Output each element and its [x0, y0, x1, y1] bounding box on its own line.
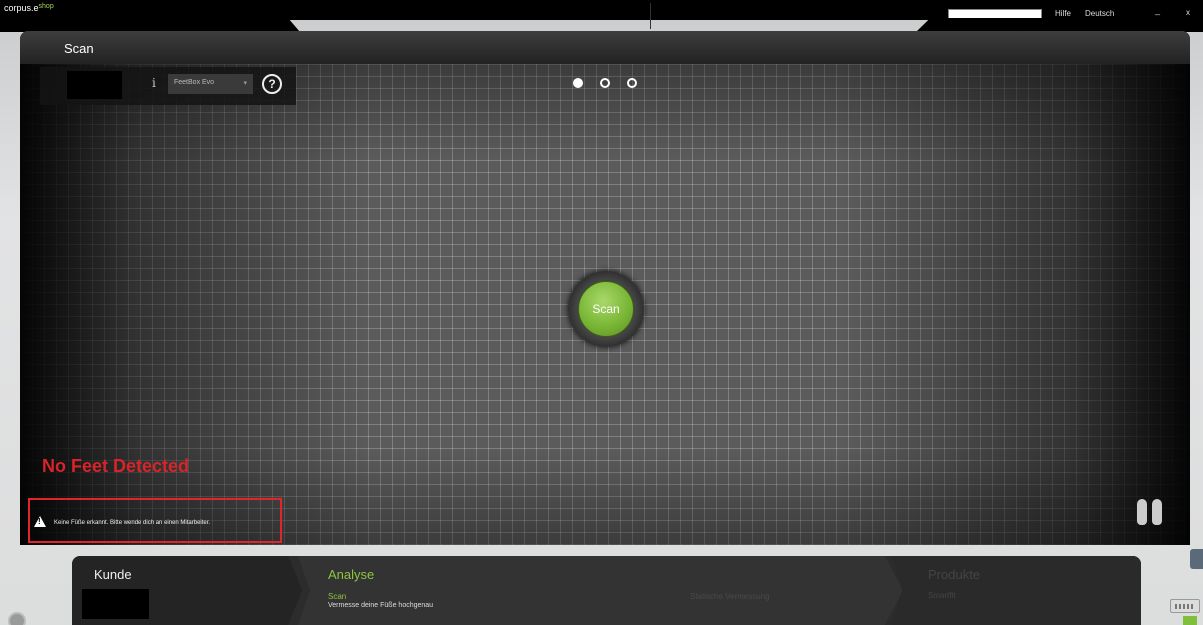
- wizard-step-analyse-title: Analyse: [328, 567, 375, 582]
- device-panel: i FeetBox Evo ▾ ?: [40, 67, 296, 105]
- status-indicator: [1183, 616, 1197, 625]
- device-select-value: FeetBox Evo: [174, 79, 215, 86]
- redacted-customer-box: [82, 589, 149, 619]
- app-logo: corpus.eshop: [4, 3, 54, 13]
- scan-button[interactable]: Scan: [578, 281, 634, 337]
- side-tab[interactable]: [1190, 549, 1203, 569]
- wizard-step-produkte[interactable]: Produkte Smartfit: [892, 556, 1141, 625]
- wizard-step-produkte-title: Produkte: [928, 567, 981, 582]
- globe-icon[interactable]: [8, 612, 26, 625]
- wizard-step-kunde-title: Kunde: [94, 567, 132, 582]
- keyboard-icon[interactable]: [1170, 599, 1200, 613]
- wizard-step-kunde[interactable]: Kunde: [72, 556, 302, 625]
- wizard-substep-scan[interactable]: Scan: [328, 592, 346, 601]
- help-link[interactable]: Hilfe: [1055, 9, 1071, 18]
- redacted-user-box: [67, 71, 122, 99]
- scan-window-header: Scan: [20, 31, 1190, 64]
- device-select[interactable]: FeetBox Evo ▾: [168, 74, 253, 94]
- top-bar: corpus.eshop Hilfe Deutsch _ x: [0, 0, 1203, 29]
- warning-icon: [34, 516, 46, 527]
- wizard-substep-smartfit[interactable]: Smartfit: [928, 591, 956, 600]
- page-title: Scan: [64, 41, 94, 56]
- info-icon[interactable]: i: [152, 76, 156, 90]
- wizard-substep-static[interactable]: Statische Vermessung: [690, 592, 770, 601]
- step-dot-2: [600, 78, 610, 88]
- step-dot-1: [573, 78, 583, 88]
- wizard-substep-scan-desc: Vermesse deine Füße hochgenau: [328, 602, 434, 609]
- header-wedge-left: [0, 18, 300, 32]
- scan-window: Scan i FeetBox Evo ▾ ? Scan No Feet Dete…: [20, 31, 1190, 545]
- top-divider: [650, 3, 651, 29]
- minimize-button[interactable]: _: [1155, 5, 1160, 15]
- chevron-down-icon: ▾: [243, 80, 247, 87]
- warning-message-box: Keine Füße erkannt. Bitte wende dich an …: [28, 498, 282, 543]
- warning-message: Keine Füße erkannt. Bitte wende dich an …: [54, 520, 211, 526]
- scan-button-ring: Scan: [568, 271, 644, 347]
- wizard-bar: Kunde Analyse Scan Vermesse deine Füße h…: [72, 556, 1141, 625]
- step-dot-3: [627, 78, 637, 88]
- header-wedge-right: [916, 18, 1203, 32]
- language-selector[interactable]: Deutsch: [1085, 9, 1114, 18]
- help-icon[interactable]: ?: [262, 74, 282, 94]
- feet-icon: [1137, 499, 1167, 530]
- status-heading: No Feet Detected: [42, 456, 190, 476]
- close-button[interactable]: x: [1186, 8, 1190, 17]
- wizard-step-analyse[interactable]: Analyse Scan Vermesse deine Füße hochgen…: [298, 556, 903, 625]
